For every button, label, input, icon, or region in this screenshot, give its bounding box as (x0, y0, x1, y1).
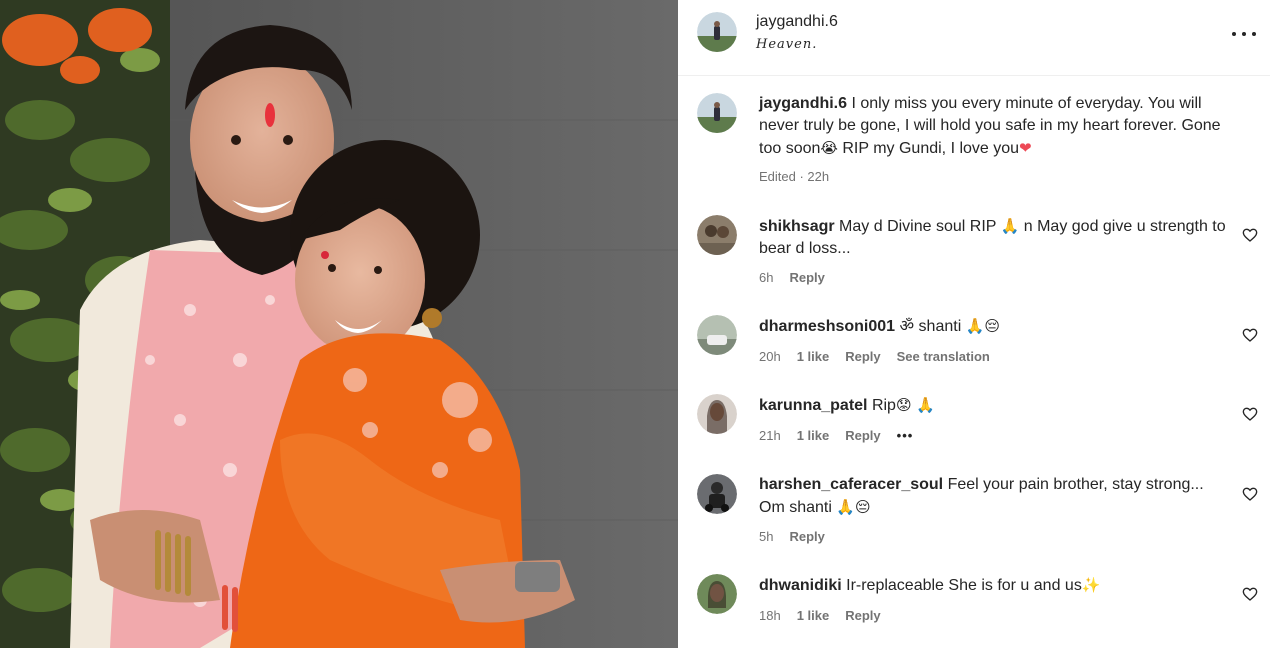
heart-outline-icon[interactable] (1242, 406, 1258, 422)
likes-count[interactable]: 1 like (797, 428, 830, 443)
worried-pray-emoji: 😟 🙏 (895, 396, 936, 414)
comment-time[interactable]: 6h (759, 270, 773, 285)
crying-emoji: 😭 (820, 139, 838, 157)
comment-username[interactable]: dhwanidiki (759, 577, 842, 594)
pray-sad-emoji: 🙏😔 (836, 498, 871, 516)
comment-body: ॐ shanti (899, 318, 962, 335)
caption-time[interactable]: Edited · 22h (759, 169, 829, 184)
post-image (0, 0, 678, 648)
heart-outline-icon[interactable] (1242, 586, 1258, 602)
caption-username[interactable]: jaygandhi.6 (759, 95, 847, 112)
avatar[interactable] (697, 93, 737, 133)
more-options-icon[interactable] (1232, 24, 1256, 44)
comment-username[interactable]: karunna_patel (759, 397, 867, 414)
avatar-image (697, 474, 737, 514)
pray-emoji: 🙏 (1000, 217, 1020, 235)
avatar-image (697, 215, 737, 255)
reply-button[interactable]: Reply (845, 349, 880, 364)
comment-body: Ir-replaceable She is for u and us (846, 577, 1082, 594)
comment-text: dharmeshsoni001 ॐ shanti 🙏😔 (759, 315, 1229, 338)
caption-meta: Edited · 22h (759, 169, 845, 184)
heart-emoji: ❤ (1019, 139, 1032, 157)
comments-panel: jaygandhi.6 Heaven. jaygandhi.6 I only m… (678, 0, 1270, 648)
heart-outline-icon[interactable] (1242, 227, 1258, 243)
comment-body: Rip (871, 397, 896, 414)
see-translation-button[interactable]: See translation (897, 349, 990, 364)
caption-text: jaygandhi.6 I only miss you every minute… (759, 93, 1229, 160)
comment-meta: 20h 1 like Reply See translation (759, 349, 1006, 364)
comment-body: May d Divine soul RIP (839, 218, 997, 235)
likes-count[interactable]: 1 like (797, 349, 830, 364)
post-location[interactable]: Heaven. (756, 37, 817, 52)
comment-options-icon[interactable]: ••• (897, 428, 914, 443)
heart-outline-icon[interactable] (1242, 486, 1258, 502)
avatar[interactable] (697, 315, 737, 355)
dot (1242, 32, 1246, 36)
comment-text: harshen_caferacer_soul Feel your pain br… (759, 474, 1229, 519)
dot (1252, 32, 1256, 36)
avatar[interactable] (697, 474, 737, 514)
heart-outline-icon[interactable] (1242, 327, 1258, 343)
comment-time[interactable]: 20h (759, 349, 781, 364)
avatar-image (697, 93, 737, 133)
dot (1232, 32, 1236, 36)
avatar-image (697, 574, 737, 614)
reply-button[interactable]: Reply (789, 529, 824, 544)
avatar[interactable] (697, 394, 737, 434)
comment-meta: 5h Reply (759, 529, 841, 544)
comment-text: karunna_patel Rip😟 🙏 (759, 394, 1229, 417)
avatar[interactable] (697, 574, 737, 614)
post-photo (0, 0, 678, 648)
comment-username[interactable]: shikhsagr (759, 218, 835, 235)
comment-time[interactable]: 21h (759, 428, 781, 443)
avatar[interactable] (697, 12, 737, 52)
comment-time[interactable]: 18h (759, 608, 781, 623)
avatar-image (697, 315, 737, 355)
comment-meta: 18h 1 like Reply (759, 608, 897, 623)
avatar-image (697, 12, 737, 52)
comment-time[interactable]: 5h (759, 529, 773, 544)
reply-button[interactable]: Reply (789, 270, 824, 285)
comment-text: shikhsagr May d Divine soul RIP 🙏 n May … (759, 215, 1229, 260)
comment-username[interactable]: dharmeshsoni001 (759, 318, 895, 335)
post-header: jaygandhi.6 Heaven. (678, 0, 1270, 76)
sparkles-emoji: ✨ (1081, 576, 1101, 594)
caption-body-2: RIP my Gundi, I love you (842, 140, 1020, 157)
comment-meta: 21h 1 like Reply ••• (759, 428, 929, 443)
comment-username[interactable]: harshen_caferacer_soul (759, 476, 943, 493)
pray-sad-emoji: 🙏😔 (965, 317, 1001, 335)
avatar[interactable] (697, 215, 737, 255)
avatar-image (697, 394, 737, 434)
reply-button[interactable]: Reply (845, 608, 880, 623)
comment-text: dhwanidiki Ir-replaceable She is for u a… (759, 574, 1229, 597)
likes-count[interactable]: 1 like (797, 608, 830, 623)
post-username[interactable]: jaygandhi.6 (756, 13, 838, 31)
reply-button[interactable]: Reply (845, 428, 880, 443)
comment-meta: 6h Reply (759, 270, 841, 285)
